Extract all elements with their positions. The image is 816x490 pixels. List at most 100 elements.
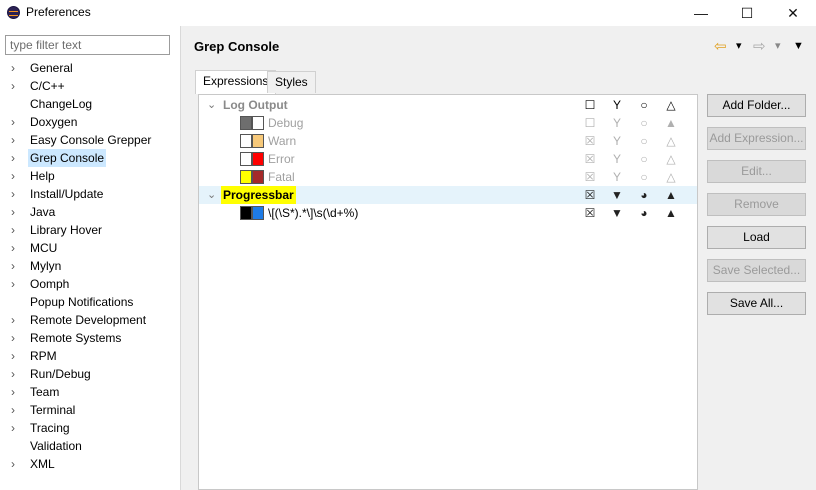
enabled-icon[interactable]: ☒ <box>582 150 598 168</box>
chevron-right-icon[interactable]: › <box>11 59 21 77</box>
enabled-icon[interactable]: ☒ <box>582 204 598 222</box>
filter-icon[interactable]: Y <box>609 96 625 114</box>
statistics-icon[interactable]: ◕ <box>636 186 652 204</box>
tree-item-label: RPM <box>30 349 57 363</box>
save-selected-button[interactable]: Save Selected... <box>707 259 806 282</box>
tree-item[interactable]: › XML <box>0 455 180 473</box>
expression-row[interactable]: Error ☒ Y ○ △ <box>199 150 697 168</box>
tab-styles[interactable]: Styles <box>267 71 316 93</box>
chevron-right-icon[interactable]: › <box>11 257 21 275</box>
tree-item[interactable]: › Remote Development <box>0 311 180 329</box>
filter-icon[interactable]: Y <box>609 132 625 150</box>
enabled-icon[interactable]: ☐ <box>582 96 598 114</box>
enabled-icon[interactable]: ☒ <box>582 168 598 186</box>
tree-item[interactable]: ChangeLog <box>0 95 180 113</box>
notification-icon[interactable]: ▲ <box>663 204 679 222</box>
save-all-button[interactable]: Save All... <box>707 292 806 315</box>
chevron-right-icon[interactable]: › <box>11 347 21 365</box>
tree-item[interactable]: › RPM <box>0 347 180 365</box>
notification-icon[interactable]: △ <box>663 132 679 150</box>
statistics-icon[interactable]: ○ <box>636 168 652 186</box>
filter-input[interactable] <box>5 35 170 55</box>
tree-item[interactable]: › Remote Systems <box>0 329 180 347</box>
chevron-right-icon[interactable]: › <box>11 275 21 293</box>
statistics-icon[interactable]: ◕ <box>636 204 652 222</box>
enabled-icon[interactable]: ☐ <box>582 114 598 132</box>
filter-icon[interactable]: Y <box>609 168 625 186</box>
chevron-right-icon[interactable]: › <box>11 401 21 419</box>
expression-row[interactable]: Warn ☒ Y ○ △ <box>199 132 697 150</box>
remove-button[interactable]: Remove <box>707 193 806 216</box>
chevron-down-icon[interactable]: ⌄ <box>207 186 216 204</box>
expressions-tree[interactable]: ⌄ Log Output ☐ Y ○ △ Debug ☐ Y ○ ▲ Warn ☒ Y ○ △ Error ☒ Y ○… <box>198 94 698 490</box>
tree-item[interactable]: › Mylyn <box>0 257 180 275</box>
chevron-right-icon[interactable]: › <box>11 167 21 185</box>
statistics-icon[interactable]: ○ <box>636 96 652 114</box>
maximize-button[interactable]: ☐ <box>724 0 770 26</box>
close-button[interactable]: ✕ <box>770 0 816 26</box>
expression-row[interactable]: \[(\S*).*\]\s(\d+%) ☒ ▼ ◕ ▲ <box>199 204 697 222</box>
back-dropdown-icon[interactable]: ▾ <box>736 39 742 52</box>
notification-icon[interactable]: △ <box>663 168 679 186</box>
notification-icon[interactable]: ▲ <box>663 186 679 204</box>
tree-item[interactable]: Validation <box>0 437 180 455</box>
statistics-icon[interactable]: ○ <box>636 132 652 150</box>
chevron-right-icon[interactable]: › <box>11 221 21 239</box>
forward-icon[interactable]: ⇨ <box>753 37 766 55</box>
tree-item[interactable]: › Easy Console Grepper <box>0 131 180 149</box>
filter-icon[interactable]: Y <box>609 114 625 132</box>
tree-item[interactable]: › Java <box>0 203 180 221</box>
add-expression-button[interactable]: Add Expression... <box>707 127 806 150</box>
folder-row[interactable]: ⌄ Log Output ☐ Y ○ △ <box>199 96 697 114</box>
tree-item[interactable]: › MCU <box>0 239 180 257</box>
tree-item[interactable]: Popup Notifications <box>0 293 180 311</box>
tree-item[interactable]: › Run/Debug <box>0 365 180 383</box>
chevron-right-icon[interactable]: › <box>11 239 21 257</box>
chevron-right-icon[interactable]: › <box>11 149 21 167</box>
notification-icon[interactable]: △ <box>663 96 679 114</box>
chevron-right-icon[interactable]: › <box>11 455 21 473</box>
filter-icon[interactable]: ▼ <box>609 204 625 222</box>
tree-item[interactable]: › C/C++ <box>0 77 180 95</box>
chevron-right-icon[interactable]: › <box>11 311 21 329</box>
notification-icon[interactable]: △ <box>663 150 679 168</box>
back-icon[interactable]: ⇦ <box>714 37 727 55</box>
forward-dropdown-icon[interactable]: ▾ <box>775 39 781 52</box>
tree-item[interactable]: › Help <box>0 167 180 185</box>
chevron-right-icon[interactable]: › <box>11 365 21 383</box>
tree-item[interactable]: › Terminal <box>0 401 180 419</box>
load-button[interactable]: Load <box>707 226 806 249</box>
chevron-right-icon[interactable]: › <box>11 383 21 401</box>
notification-icon[interactable]: ▲ <box>663 114 679 132</box>
folder-row[interactable]: ⌄ Progressbar ☒ ▼ ◕ ▲ <box>199 186 697 204</box>
chevron-right-icon[interactable]: › <box>11 113 21 131</box>
tree-item[interactable]: › Team <box>0 383 180 401</box>
chevron-right-icon[interactable]: › <box>11 131 21 149</box>
tree-item[interactable]: › Tracing <box>0 419 180 437</box>
statistics-icon[interactable]: ○ <box>636 150 652 168</box>
filter-icon[interactable]: Y <box>609 150 625 168</box>
tree-item[interactable]: › Oomph <box>0 275 180 293</box>
enabled-icon[interactable]: ☒ <box>582 132 598 150</box>
statistics-icon[interactable]: ○ <box>636 114 652 132</box>
minimize-button[interactable]: — <box>678 0 724 26</box>
tree-item[interactable]: › Install/Update <box>0 185 180 203</box>
tree-item[interactable]: › General <box>0 59 180 77</box>
chevron-down-icon[interactable]: ⌄ <box>207 96 216 114</box>
chevron-right-icon[interactable]: › <box>11 419 21 437</box>
tree-item[interactable]: › Library Hover <box>0 221 180 239</box>
filter-icon[interactable]: ▼ <box>609 186 625 204</box>
tree-item[interactable]: › Grep Console <box>0 149 180 167</box>
view-menu-icon[interactable]: ▼ <box>793 40 804 52</box>
expression-row[interactable]: Debug ☐ Y ○ ▲ <box>199 114 697 132</box>
chevron-right-icon[interactable]: › <box>11 329 21 347</box>
chevron-right-icon[interactable]: › <box>11 203 21 221</box>
chevron-right-icon[interactable]: › <box>11 77 21 95</box>
expression-row[interactable]: Fatal ☒ Y ○ △ <box>199 168 697 186</box>
edit-button[interactable]: Edit... <box>707 160 806 183</box>
add-folder-button[interactable]: Add Folder... <box>707 94 806 117</box>
tab-expressions[interactable]: Expressions <box>195 70 277 94</box>
tree-item[interactable]: › Doxygen <box>0 113 180 131</box>
enabled-icon[interactable]: ☒ <box>582 186 598 204</box>
chevron-right-icon[interactable]: › <box>11 185 21 203</box>
